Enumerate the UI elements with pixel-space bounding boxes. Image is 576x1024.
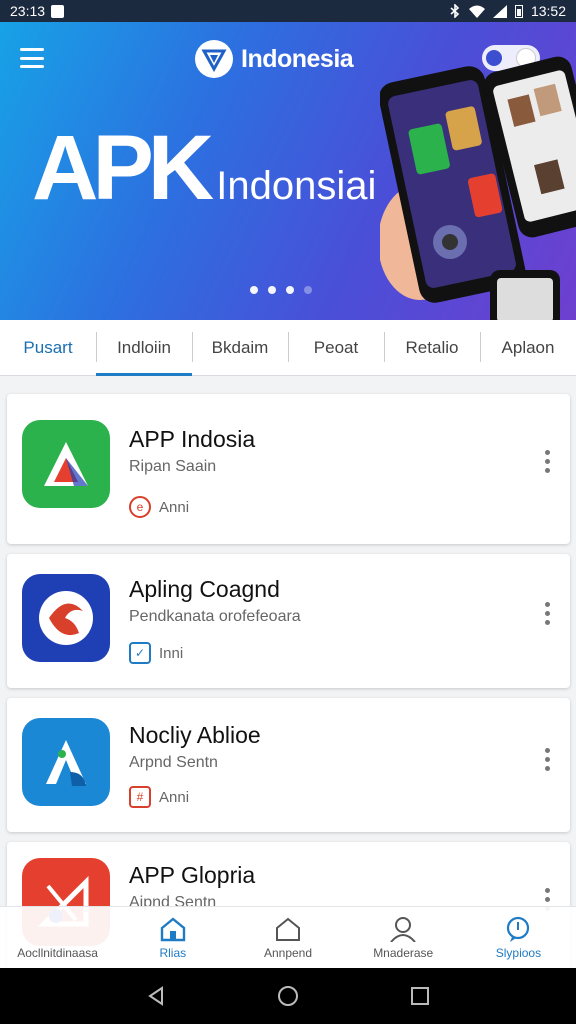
rating-icon: e [129, 496, 151, 518]
battery-icon [514, 5, 523, 18]
more-options-icon[interactable] [542, 748, 552, 771]
signal-icon [492, 4, 507, 18]
status-clock: 13:52 [530, 3, 566, 19]
house-icon [276, 917, 300, 941]
hero-title: APK Indonsiai [32, 122, 376, 214]
tab-indloiin[interactable]: Indloiin [96, 320, 192, 376]
app-meta: # Anni [129, 786, 189, 808]
app-meta-label: Anni [159, 498, 190, 516]
carousel-dot[interactable] [304, 286, 312, 294]
status-bar: 23:13 13:52 [0, 0, 576, 22]
app-name: Nocliy Ablioe [129, 722, 261, 748]
a-triangle-icon [22, 420, 110, 508]
hero-banner[interactable]: Indonesia APK Indonsiai [0, 22, 576, 320]
nav-label: Mnaderase [373, 946, 434, 960]
tab-aplaon[interactable]: Aplaon [480, 320, 576, 376]
nav-label: Slypioos [495, 946, 542, 960]
list-item[interactable]: Apling Coagnd Pendkanata orofefeoara ✓ I… [7, 554, 570, 688]
home-icon [160, 917, 185, 942]
status-right: 13:52 [449, 3, 566, 19]
system-nav-bar [0, 968, 576, 1024]
nav-label: Aocllnitdinaasa [17, 946, 98, 960]
app-name: APP Glopria [129, 862, 256, 888]
tab-peoat[interactable]: Peoat [288, 320, 384, 376]
carousel-dot[interactable] [250, 286, 258, 294]
tab-pusart[interactable]: Pusart [0, 320, 96, 376]
app-meta-label: Inni [159, 644, 184, 662]
swirl-icon [22, 574, 110, 662]
bottom-nav: Aocllnitdinaasa Rlias Annpend Mnaderase … [0, 906, 576, 968]
chat-icon [507, 916, 530, 942]
category-tabs: Pusart Indloiin Bkdaim Peoat Retalio Apl… [0, 320, 576, 376]
person-icon [390, 917, 416, 942]
app-subtitle: Pendkanata orofefeoara [129, 608, 301, 625]
app-name: APP Indosia [129, 426, 256, 452]
nav-item-annpend[interactable]: Annpend [230, 907, 345, 968]
notification-icon [51, 4, 65, 18]
nav-label: Rlias [159, 946, 187, 960]
carousel-dot[interactable] [268, 286, 276, 294]
status-time: 23:13 [10, 3, 46, 19]
list-item[interactable]: APP Indosia Ripan Saain e Anni [7, 394, 570, 544]
recents-icon[interactable] [410, 986, 430, 1006]
nav-item-rlias[interactable]: Rlias [115, 907, 230, 968]
letter-a-icon [22, 718, 110, 806]
app-subtitle: Arpnd Sentn [129, 754, 218, 771]
check-icon: ✓ [129, 642, 151, 664]
tab-bkdaim[interactable]: Bkdaim [192, 320, 288, 376]
nav-label: Annpend [263, 946, 313, 960]
grid-icon: # [129, 786, 151, 808]
app-meta: e Anni [129, 496, 189, 518]
wifi-icon [468, 5, 485, 18]
app-icon [45, 920, 71, 942]
carousel-dot[interactable] [286, 286, 294, 294]
more-options-icon[interactable] [542, 450, 552, 473]
nav-item-slypioos[interactable]: Slypioos [461, 907, 576, 968]
app-subtitle: Ripan Saain [129, 458, 217, 475]
home-circle-icon[interactable] [277, 985, 299, 1007]
nav-item-apps[interactable]: Aocllnitdinaasa [0, 907, 115, 968]
app-name: Apling Coagnd [129, 576, 280, 602]
brand-logo-icon [195, 40, 233, 78]
brand: Indonesia [195, 40, 354, 78]
brand-name: Indonesia [241, 44, 354, 73]
hero-title-small: Indonsiai [216, 164, 377, 208]
back-icon[interactable] [146, 986, 166, 1006]
app-meta-label: Anni [159, 788, 190, 806]
nav-item-mnaderase[interactable]: Mnaderase [346, 907, 461, 968]
hero-title-big: APK [32, 117, 214, 219]
bluetooth-icon [450, 4, 460, 18]
list-item[interactable]: Nocliy Ablioe Arpnd Sentn # Anni [7, 698, 570, 832]
menu-icon[interactable] [20, 48, 44, 68]
carousel-dots[interactable] [250, 286, 312, 294]
phones-illustration-icon [380, 56, 576, 320]
more-options-icon[interactable] [542, 602, 552, 625]
app-meta: ✓ Inni [129, 642, 183, 664]
tab-retalio[interactable]: Retalio [384, 320, 480, 376]
